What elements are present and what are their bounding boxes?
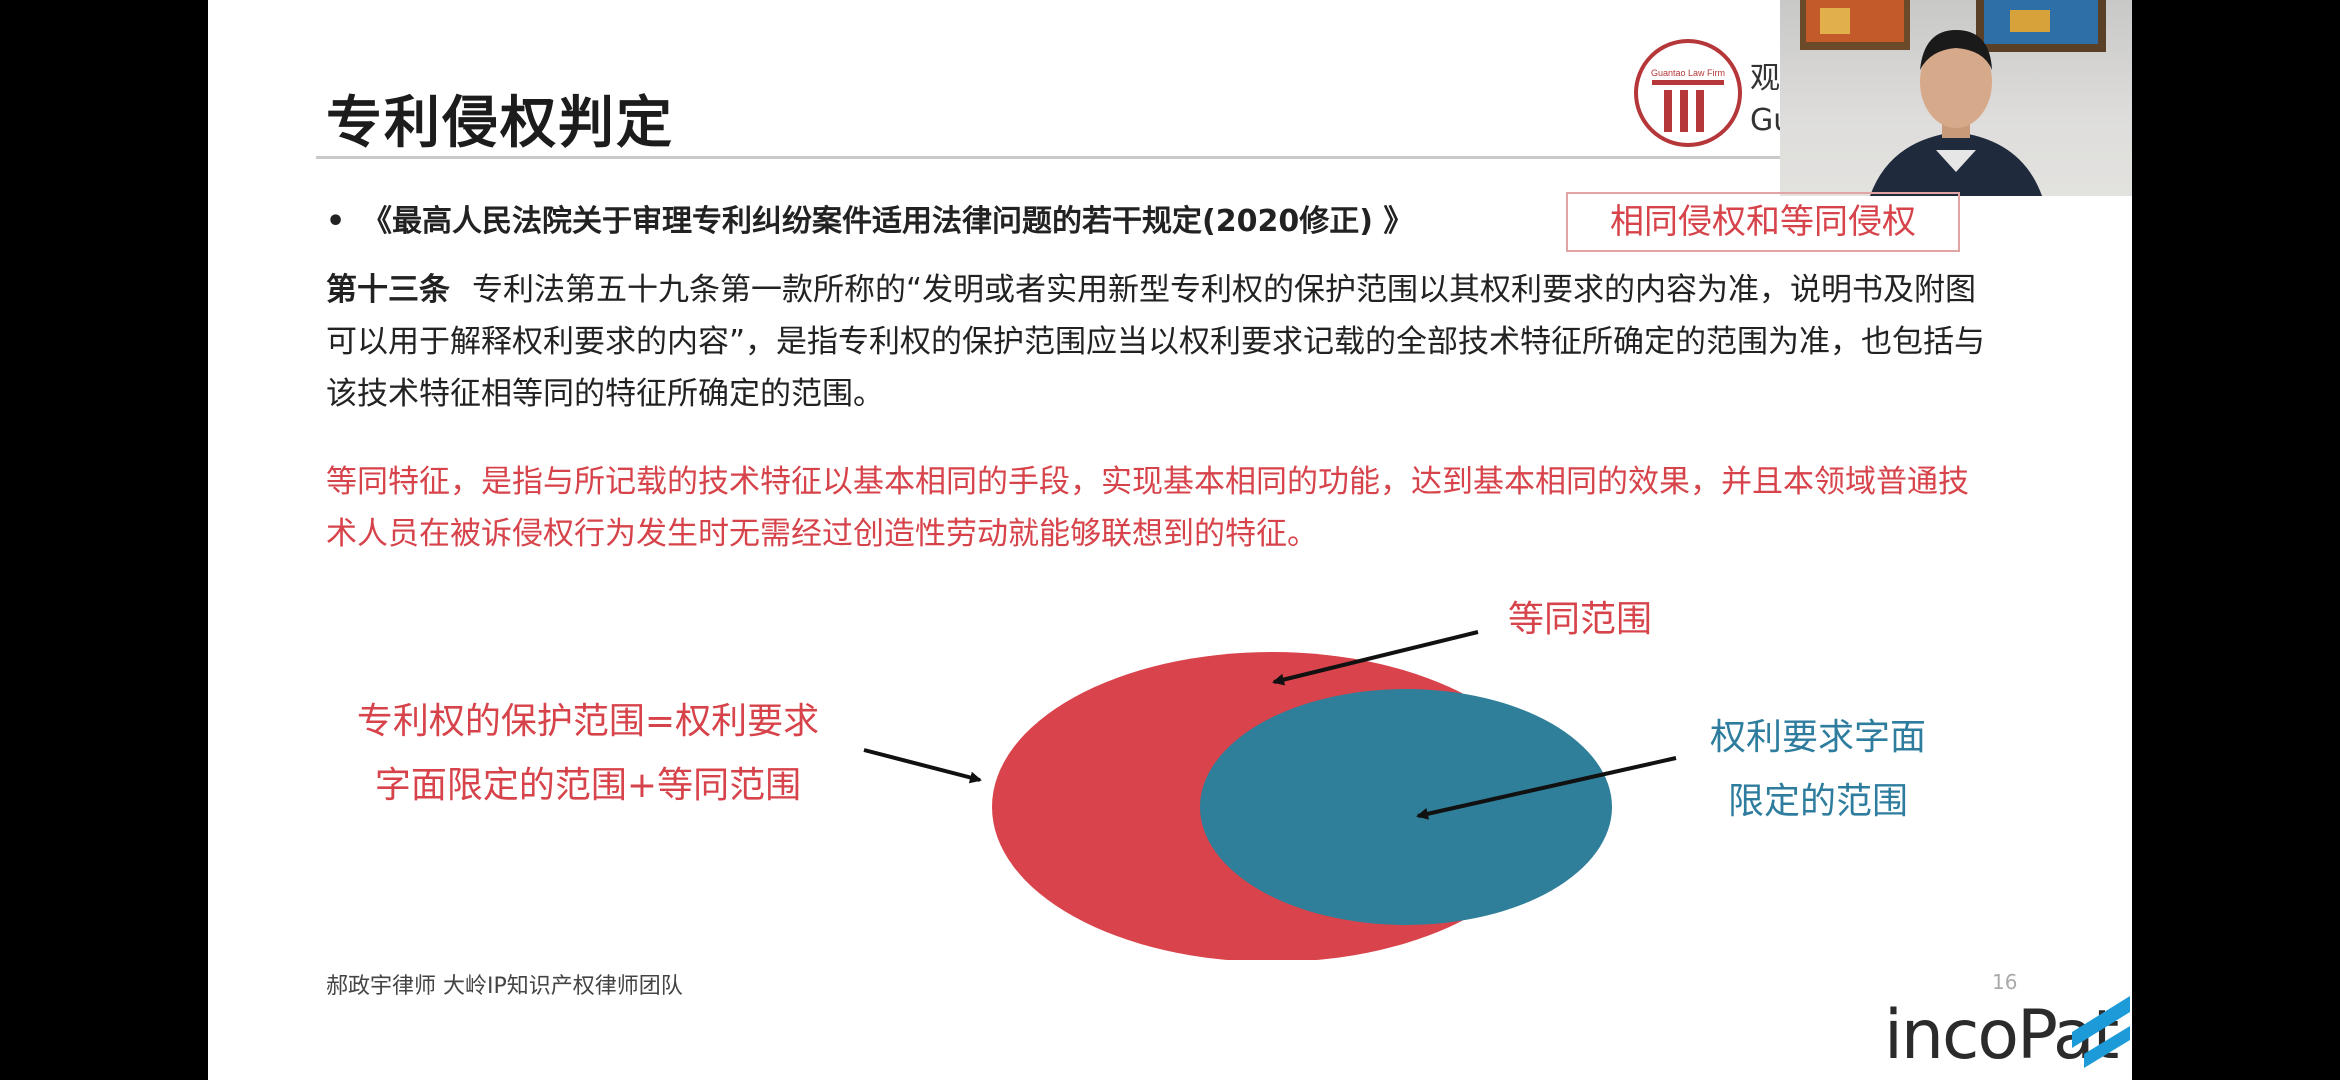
regulation-bullet: • 《最高人民法院关于审理专利纠纷案件适用法律问题的若干规定(2020修正) 》 [326, 196, 1413, 240]
literal-scope-ellipse [1200, 689, 1612, 925]
incopat-mark-icon [2072, 996, 2130, 1068]
bullet-marker: • [326, 204, 346, 239]
presenter-video-icon [1800, 0, 2106, 196]
law-firm-logo-icon: Guantao Law Firm [1634, 39, 1742, 147]
firm-logo-small-text: Guantao Law Firm [1651, 68, 1725, 78]
protection-scope-label: 专利权的保护范围=权利要求 字面限定的范围+等同范围 [318, 690, 858, 818]
webcam-video-overlay [1780, 0, 2132, 196]
slide-title: 专利侵权判定 [326, 91, 674, 156]
incopat-logo: incoPat [1884, 992, 2132, 1080]
article-lead: 第十三条 [326, 272, 450, 308]
equivalent-feature-definition: 等同特征，是指与所记载的技术特征以基本相同的手段，实现基本相同的功能，达到基本相… [326, 464, 1969, 552]
article-body: 专利法第五十九条第一款所称的“发明或者实用新型专利权的保护范围以其权利要求的内容… [326, 272, 1986, 412]
arrow-left [863, 748, 982, 784]
page-number: 16 [1992, 970, 2018, 994]
literal-scope-label: 权利要求字面 限定的范围 [1658, 706, 1978, 834]
equivalent-scope-label: 等同范围 [1508, 599, 1653, 640]
protection-scope-label-line2: 字面限定的范围+等同范围 [374, 765, 802, 806]
protection-scope-label-line1: 专利权的保护范围=权利要求 [356, 701, 820, 742]
slide-footer-author: 郝政宇律师 大岭IP知识产权律师团队 [326, 974, 683, 999]
literal-scope-label-line1: 权利要求字面 [1709, 717, 1926, 758]
presentation-slide: 专利侵权判定 Guantao Law Firm 观韬 Gu •《最高人民 [208, 0, 2132, 1080]
literal-scope-label-line2: 限定的范围 [1727, 781, 1908, 822]
article-thirteen-paragraph: 第十三条 专利法第五十九条第一款所称的“发明或者实用新型专利权的保护范围以其权利要… [326, 264, 1998, 420]
title-divider [316, 156, 1926, 159]
infringement-type-tag: 相同侵权和等同侵权 [1566, 192, 1960, 252]
regulation-title: 《最高人民法院关于审理专利纠纷案件适用法律问题的若干规定(2020修正) 》 [362, 204, 1414, 239]
